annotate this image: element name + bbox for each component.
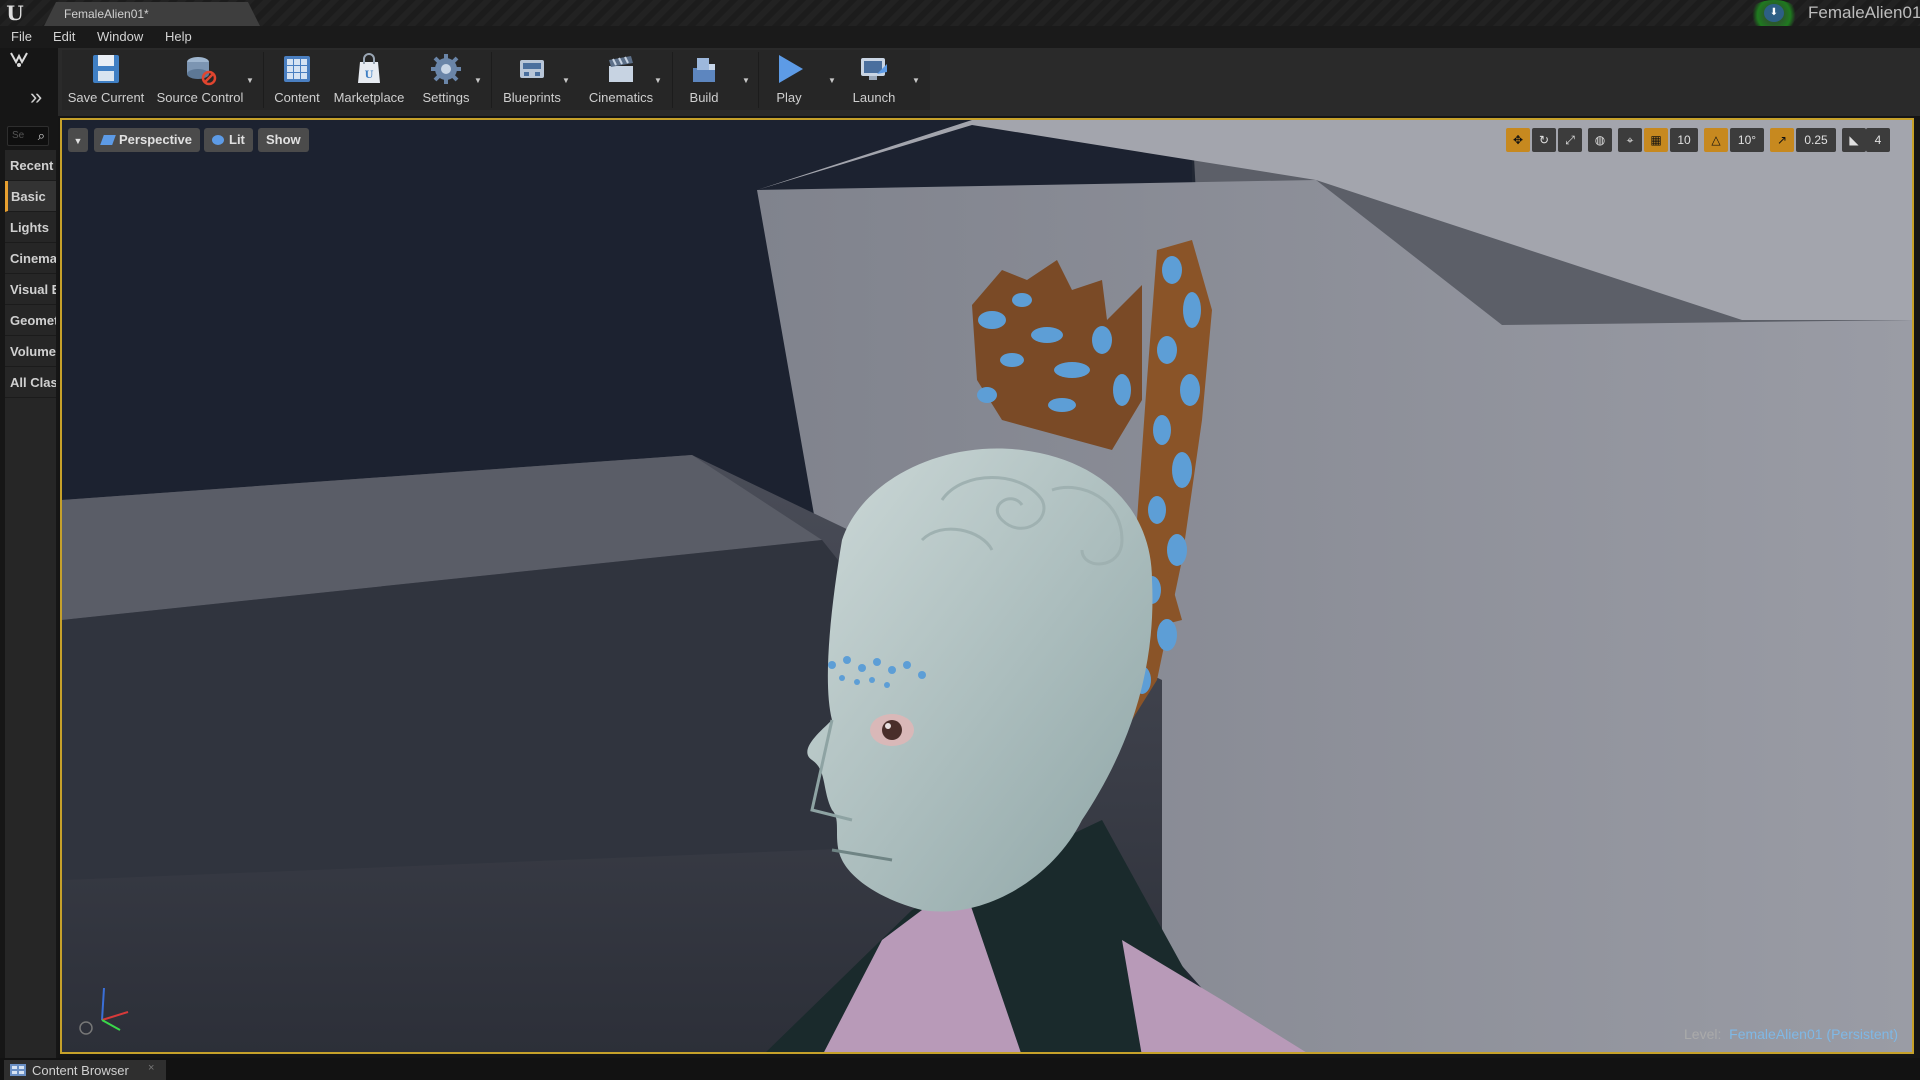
source-control-dropdown-icon[interactable]: ▼ (246, 76, 254, 85)
scale-tool-icon[interactable]: ⤢ (1558, 128, 1582, 152)
blueprints-dropdown-icon[interactable]: ▼ (562, 76, 570, 85)
category-visual-effects[interactable]: Visual Effects (5, 274, 56, 305)
rotation-snap-value[interactable]: 10° (1730, 128, 1764, 152)
settings-button[interactable]: Settings (414, 50, 478, 110)
category-lights[interactable]: Lights (5, 212, 56, 243)
launch-dropdown-icon[interactable]: ▼ (912, 76, 920, 85)
separator (758, 52, 759, 108)
build-dropdown-icon[interactable]: ▼ (742, 76, 750, 85)
title-bar (0, 0, 1920, 26)
expand-chevron-icon[interactable]: » (30, 84, 42, 110)
category-geometry[interactable]: Geometry (5, 305, 56, 336)
close-icon[interactable]: × (148, 1062, 154, 1074)
lit-icon (212, 135, 224, 145)
document-tab[interactable]: FemaleAlien01* (44, 2, 260, 26)
settings-icon (431, 54, 461, 84)
separator (491, 52, 492, 108)
scale-snap-icon[interactable]: ↗ (1770, 128, 1794, 152)
blueprints-icon (520, 60, 544, 78)
rotation-snap-icon[interactable]: △ (1704, 128, 1728, 152)
grid-snap-icon[interactable]: ▦ (1644, 128, 1668, 152)
source-control-icon (187, 57, 217, 86)
surface-snap-icon[interactable]: ⌖ (1618, 128, 1642, 152)
scale-snap-value[interactable]: 0.25 (1796, 128, 1836, 152)
modes-search-input[interactable]: Se ⌕ (7, 126, 49, 146)
build-icon (693, 58, 715, 82)
camera-speed-icon[interactable]: ◣ (1842, 128, 1866, 152)
content-browser-tab[interactable]: Content Browser (4, 1060, 166, 1080)
separator (672, 52, 673, 108)
category-volumes[interactable]: Volumes (5, 336, 56, 367)
category-all-classes[interactable]: All Classes (5, 367, 56, 398)
launch-icon (861, 58, 887, 80)
scene-render (62, 120, 1912, 1052)
perspective-button[interactable]: Perspective (94, 128, 200, 152)
save-icon (93, 55, 119, 83)
menu-help[interactable]: Help (165, 29, 192, 44)
axis-gizmo-icon (79, 987, 129, 1035)
cinematics-dropdown-icon[interactable]: ▼ (654, 76, 662, 85)
content-button[interactable]: Content (268, 50, 326, 110)
modes-list-background (5, 398, 56, 1058)
menu-edit[interactable]: Edit (53, 29, 75, 44)
chevron-down-icon: ▼ (73, 136, 83, 146)
project-icon: ⬇ (1764, 4, 1784, 22)
viewport-options-button[interactable]: ▼ (68, 128, 88, 152)
play-dropdown-icon[interactable]: ▼ (828, 76, 836, 85)
content-browser-icon (10, 1064, 26, 1076)
separator (263, 52, 264, 108)
menu-file[interactable]: File (11, 29, 32, 44)
svg-text:U: U (365, 70, 374, 81)
rotate-tool-icon[interactable]: ↻ (1532, 128, 1556, 152)
marketplace-button[interactable]: U Marketplace (330, 50, 408, 110)
play-icon (779, 55, 803, 83)
lit-button[interactable]: Lit (204, 128, 253, 152)
source-control-button[interactable]: Source Control (152, 50, 248, 110)
content-icon (284, 56, 310, 82)
level-indicator: Level: FemaleAlien01 (Persistent) (1684, 1026, 1898, 1042)
level-viewport[interactable]: ▼ Perspective Lit Show ✥ ↻ ⤢ ◍ ⌖ ▦ 10 △ … (60, 118, 1914, 1054)
category-recent[interactable]: Recent (5, 150, 56, 181)
show-button[interactable]: Show (258, 128, 309, 152)
blueprints-button[interactable]: Blueprints (496, 50, 568, 110)
save-current-button[interactable]: Save Current (64, 50, 148, 110)
grid-snap-value[interactable]: 10 (1670, 128, 1698, 152)
category-cinematic[interactable]: Cinematic (5, 243, 56, 274)
bottom-bar (0, 1058, 1920, 1080)
world-space-icon[interactable]: ◍ (1588, 128, 1612, 152)
camera-speed-value[interactable]: 4 (1866, 128, 1890, 152)
cinematics-icon (609, 56, 633, 82)
perspective-icon (100, 135, 116, 145)
marketplace-icon: U (358, 53, 380, 83)
menu-bar (0, 26, 1920, 48)
category-basic[interactable]: Basic (5, 181, 56, 212)
cinematics-button[interactable]: Cinematics (580, 50, 662, 110)
settings-dropdown-icon[interactable]: ▼ (474, 76, 482, 85)
place-mode-icon[interactable] (8, 50, 38, 70)
project-name: FemaleAlien01 (1808, 3, 1920, 22)
build-button[interactable]: Build (676, 50, 732, 110)
search-icon: ⌕ (37, 128, 45, 143)
play-button[interactable]: Play (762, 50, 816, 110)
menu-window[interactable]: Window (97, 29, 143, 44)
translate-tool-icon[interactable]: ✥ (1506, 128, 1530, 152)
category-list: Recent Basic Lights Cinematic Visual Eff… (5, 150, 56, 398)
unreal-logo-icon: U (6, 1, 24, 25)
level-name[interactable]: FemaleAlien01 (Persistent) (1729, 1026, 1898, 1042)
launch-button[interactable]: Launch (846, 50, 902, 110)
